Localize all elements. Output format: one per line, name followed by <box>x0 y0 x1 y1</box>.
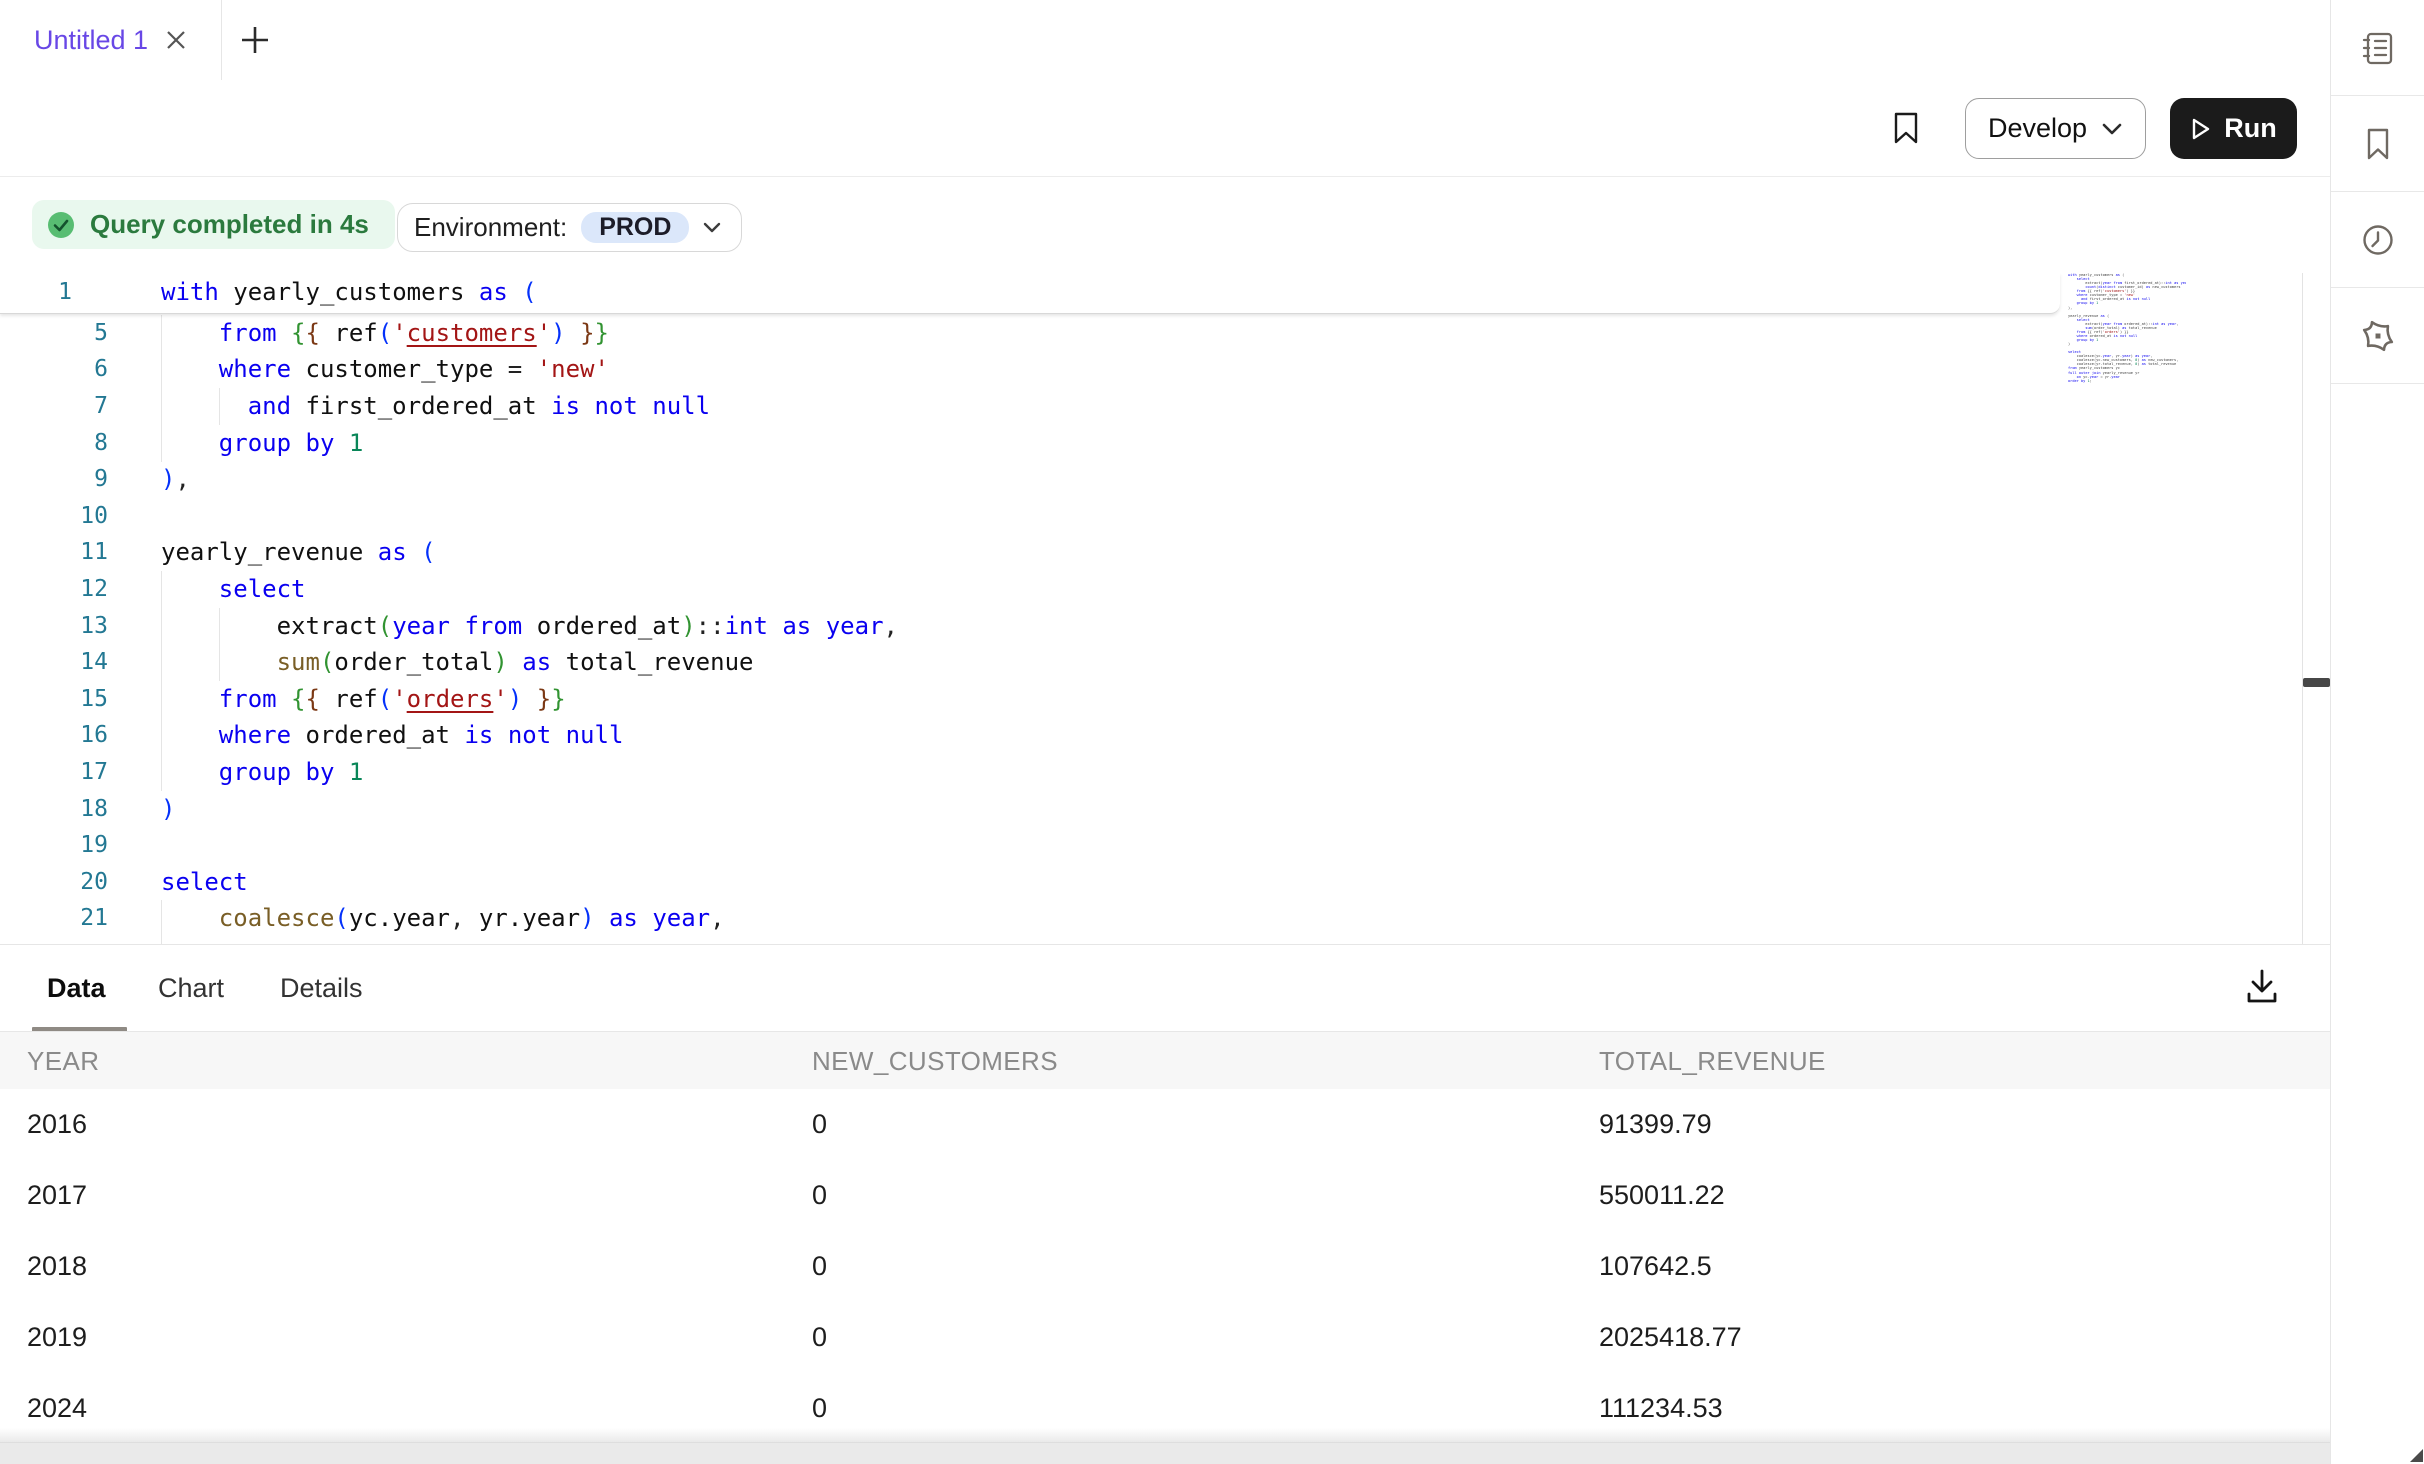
code-line: 6where customer_type = 'new' <box>0 351 2060 388</box>
code-line: 13extract(year from ordered_at)::int as … <box>0 608 2060 645</box>
table-header-row: YEAR NEW_CUSTOMERS TOTAL_REVENUE <box>0 1031 2330 1091</box>
table-cell: 2016 <box>27 1089 87 1160</box>
table-cell: 0 <box>812 1302 827 1373</box>
table-cell: 107642.5 <box>1599 1231 1712 1302</box>
dbt-logo-icon <box>2358 316 2398 356</box>
download-icon[interactable] <box>2240 964 2284 1008</box>
table-cell: 2019 <box>27 1302 87 1373</box>
minimap[interactable]: with yearly_customers as ( select extrac… <box>2068 273 2186 385</box>
chevron-down-icon <box>2101 122 2123 136</box>
code-line: 18) <box>0 791 2060 828</box>
table-row: 2019 0 2025418.77 <box>0 1302 2330 1374</box>
sidebar-item-notebook[interactable] <box>2331 0 2424 96</box>
scroll-fade <box>0 1428 2330 1442</box>
tab-data[interactable]: Data <box>47 945 106 1031</box>
table-cell: 2018 <box>27 1231 87 1302</box>
column-header-new-customers: NEW_CUSTOMERS <box>812 1032 1058 1090</box>
code-line: 15from {{ ref('orders') }} <box>0 681 2060 718</box>
check-circle-icon <box>46 210 76 240</box>
sticky-line-1: 1with yearly_customers as ( <box>0 273 2060 314</box>
code-editor[interactable]: 5from {{ ref('customers') }}6where custo… <box>0 273 2330 944</box>
sidebar-item-bookmarks[interactable] <box>2331 96 2424 192</box>
sql-ide-window: Untitled 1 Develop Run Query <box>0 0 2424 1464</box>
code-line: 12select <box>0 571 2060 608</box>
chevron-down-icon <box>703 222 721 234</box>
notebook-icon <box>2359 29 2397 67</box>
sidebar-item-dbt[interactable] <box>2331 288 2424 384</box>
status-row: Query completed in 4s Environment: PROD <box>0 177 2330 273</box>
code-line: 10 <box>0 498 2060 535</box>
close-icon[interactable] <box>160 24 192 56</box>
play-icon <box>2190 117 2212 141</box>
column-header-year: YEAR <box>27 1032 99 1090</box>
table-cell: 0 <box>812 1160 827 1231</box>
tab-bar: Untitled 1 <box>0 0 2330 81</box>
toolbar: Develop Run <box>0 80 2330 177</box>
plus-icon[interactable] <box>238 23 272 57</box>
tab-chart[interactable]: Chart <box>158 945 224 1031</box>
query-status-text: Query completed in 4s <box>90 209 369 240</box>
develop-button[interactable]: Develop <box>1965 98 2146 159</box>
table-cell: 550011.22 <box>1599 1160 1725 1231</box>
environment-value-badge: PROD <box>581 212 689 243</box>
table-cell: 0 <box>812 1089 827 1160</box>
code-line: 9), <box>0 461 2060 498</box>
code-line: 8group by 1 <box>0 425 2060 462</box>
code-line: 19 <box>0 827 2060 864</box>
bookmark-icon[interactable] <box>1887 109 1925 147</box>
table-cell: 2025418.77 <box>1599 1302 1742 1373</box>
code-line: 17group by 1 <box>0 754 2060 791</box>
environment-selector[interactable]: Environment: PROD <box>397 203 742 252</box>
code-line: 7and first_ordered_at is not null <box>0 388 2060 425</box>
sidebar-item-history[interactable] <box>2331 192 2424 288</box>
tab-untitled-1[interactable]: Untitled 1 <box>0 0 222 80</box>
table-cell: 2017 <box>27 1160 87 1231</box>
query-status-badge: Query completed in 4s <box>32 200 395 249</box>
tab-label: Untitled 1 <box>34 0 148 80</box>
code-line: 20select <box>0 864 2060 901</box>
run-label: Run <box>2224 113 2276 144</box>
code-line: 1with yearly_customers as ( <box>0 274 2060 311</box>
table-row: 2018 0 107642.5 <box>0 1231 2330 1303</box>
editor-scrollbar-thumb[interactable] <box>2303 678 2330 687</box>
code-line: 11yearly_revenue as ( <box>0 534 2060 571</box>
right-sidebar <box>2330 0 2424 1464</box>
resize-grip[interactable] <box>2410 1449 2423 1462</box>
code-line: 21coalesce(yc.year, yr.year) as year, <box>0 900 2060 937</box>
run-button[interactable]: Run <box>2170 98 2297 159</box>
environment-label: Environment: <box>414 212 567 243</box>
table-row: 2016 0 91399.79 <box>0 1089 2330 1161</box>
horizontal-scrollbar-track[interactable] <box>0 1442 2330 1464</box>
table-row: 2017 0 550011.22 <box>0 1160 2330 1232</box>
bookmark-icon <box>2359 125 2397 163</box>
code-line: 16where ordered_at is not null <box>0 717 2060 754</box>
table-cell: 91399.79 <box>1599 1089 1712 1160</box>
clock-icon <box>2359 221 2397 259</box>
table-cell: 0 <box>812 1231 827 1302</box>
tab-details[interactable]: Details <box>280 945 363 1031</box>
column-header-total-revenue: TOTAL_REVENUE <box>1599 1032 1826 1090</box>
code-line: 14sum(order_total) as total_revenue <box>0 644 2060 681</box>
editor-right-border <box>2302 273 2303 944</box>
code-line: 5from {{ ref('customers') }} <box>0 315 2060 352</box>
develop-label: Develop <box>1988 113 2087 144</box>
code-line: 22coalesce(yc.new_customers, 0) as new_c… <box>0 937 2060 944</box>
results-panel: Data Chart Details YEAR NEW_CUSTOMERS TO… <box>0 944 2330 1464</box>
